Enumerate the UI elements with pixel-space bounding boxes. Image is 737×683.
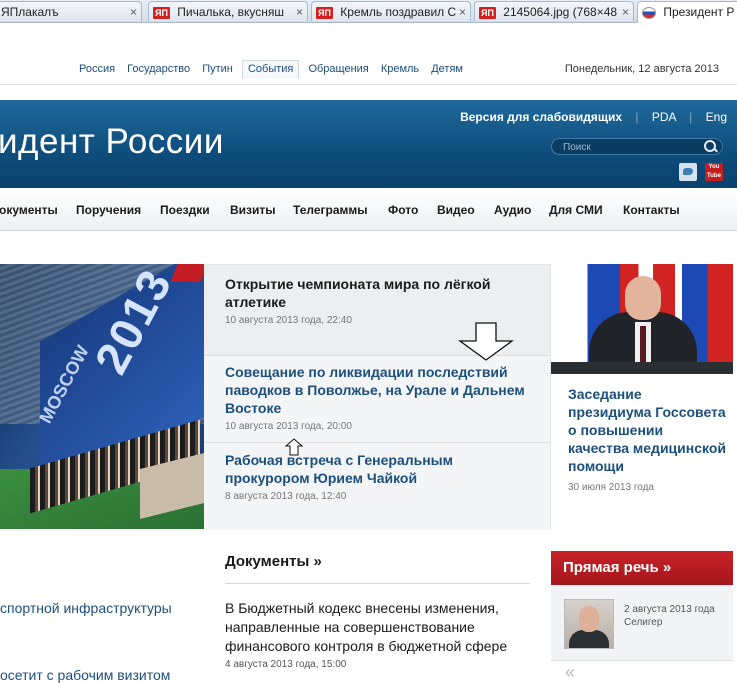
nav-telegrams[interactable]: Телеграммы [293,203,368,217]
news-title[interactable]: Открытие чемпионата мира по лёгкой атлет… [225,275,535,311]
nav-photo[interactable]: Фото [388,203,418,217]
news-title[interactable]: Рабочая встреча с Генеральным прокурором… [225,451,535,487]
side-news-title[interactable]: Заседание президиума Госсовета о повышен… [568,385,728,475]
top-links-strip: Россия Государство Путин События Обращен… [0,60,737,82]
browser-tab-4[interactable]: ЯП 2145064.jpg (768×48 × [474,1,634,21]
top-link-putin[interactable]: Путин [199,63,236,75]
direct-speech-header[interactable]: Прямая речь » [551,551,733,585]
browser-tab-bar: ЯПлакалъ × ЯП Пичалька, вкусняш × ЯП Кре… [0,0,737,23]
close-icon[interactable]: × [622,2,629,21]
direct-speech-place: Селигер [624,617,663,628]
news-item[interactable]: Открытие чемпионата мира по лёгкой атлет… [225,275,535,326]
left-news-link[interactable]: осетит с рабочим визитом [0,667,170,683]
previous-arrow[interactable]: « [565,662,575,683]
speaker-avatar[interactable] [564,599,614,649]
twitter-icon[interactable] [679,163,697,181]
site-header: идент России Версия для слабовидящих | P… [0,100,737,188]
russia-flag-icon [642,6,656,19]
top-link-russia[interactable]: Россия [76,63,118,75]
left-news-link[interactable]: спортной инфраструктуры [0,600,172,616]
nav-trips[interactable]: Поездки [160,203,210,217]
direct-speech-meta: 2 августа 2013 года Селигер [624,603,715,629]
browser-tab-3[interactable]: ЯП Кремль поздравил С × [311,1,471,21]
direct-speech-date: 2 августа 2013 года [624,604,715,615]
top-link-children[interactable]: Детям [428,63,466,75]
news-date: 8 августа 2013 года, 12:40 [225,491,347,502]
browser-tab-2[interactable]: ЯП Пичалька, вкусняш × [148,1,308,21]
browser-tab-1[interactable]: ЯПлакалъ × [0,1,142,21]
close-icon[interactable]: × [459,2,466,21]
separator: | [635,110,639,124]
nav-documents[interactable]: окументы [0,203,58,217]
nav-audio[interactable]: Аудио [494,203,531,217]
news-date: 10 августа 2013 года, 20:00 [225,421,352,432]
yap-icon: ЯП [316,6,333,19]
current-date: Понедельник, 12 августа 2013 [564,63,719,75]
nav-contacts[interactable]: Контакты [623,203,680,217]
top-nav: Россия Государство Путин События Обращен… [76,60,469,79]
pda-link[interactable]: PDA [652,110,676,124]
main-nav: окументы Поручения Поездки Визиты Телегр… [0,190,737,231]
tab-label: Кремль поздравил С [340,5,457,19]
documents-heading[interactable]: Документы » [225,553,322,570]
yap-icon: ЯП [153,6,170,19]
arrow-up-icon [284,438,304,456]
document-text[interactable]: В Бюджетный кодекс внесены изменения, на… [225,599,525,656]
tab-label: Пичалька, вкусняш [177,5,285,19]
yap-icon: ЯП [479,6,496,19]
divider [225,583,530,584]
divider [204,442,550,443]
divider [550,264,551,529]
nav-press[interactable]: Для СМИ [549,203,603,217]
nav-visits[interactable]: Визиты [230,203,276,217]
header-utility-links: Версия для слабовидящих | PDA | Eng [450,110,727,124]
news-item[interactable]: Совещание по ликвидации последствий паво… [225,363,535,432]
side-news-item[interactable]: Заседание президиума Госсовета о повышен… [568,385,728,493]
arrow-down-icon [458,322,514,361]
english-link[interactable]: Eng [706,110,727,124]
featured-photo-stadium[interactable]: 2013 MOSCOW [0,264,204,529]
site-title[interactable]: идент России [0,122,224,162]
top-link-events[interactable]: События [241,60,300,79]
separator: | [689,110,693,124]
photo-head [625,276,661,320]
divider [0,84,737,85]
red-corner-tag [170,264,204,282]
direct-speech-title[interactable]: Прямая речь » [563,559,671,576]
search-input[interactable] [561,140,705,155]
search-icon[interactable] [704,140,716,152]
top-link-state[interactable]: Государство [124,63,193,75]
top-link-kremlin[interactable]: Кремль [378,63,422,75]
avatar-jacket [569,630,609,648]
close-icon[interactable]: × [130,2,137,21]
accessibility-link[interactable]: Версия для слабовидящих [460,110,622,124]
tab-label: ЯПлакалъ [1,5,59,19]
browser-tab-5[interactable]: Президент Р [637,1,737,23]
youtube-icon[interactable]: You Tube [705,163,723,181]
tab-label: Президент Р [663,5,735,19]
top-link-addresses[interactable]: Обращения [305,63,371,75]
tab-label: 2145064.jpg (768×48 [503,5,618,19]
news-item[interactable]: Рабочая встреча с Генеральным прокурором… [225,451,535,502]
search-box [551,138,723,155]
news-title[interactable]: Совещание по ликвидации последствий паво… [225,363,535,417]
avatar-head [579,606,599,632]
nav-video[interactable]: Видео [437,203,475,217]
photo-desk [551,362,733,374]
side-news-date: 30 июля 2013 года [568,482,654,493]
nav-instructions[interactable]: Поручения [76,203,141,217]
featured-news-list: Открытие чемпионата мира по лёгкой атлет… [204,264,550,530]
direct-speech-box: 2 августа 2013 года Селигер [551,585,733,661]
document-item[interactable]: В Бюджетный кодекс внесены изменения, на… [225,599,525,670]
side-news-photo[interactable] [551,264,733,374]
document-date: 4 августа 2013 года, 15:00 [225,659,347,670]
close-icon[interactable]: × [296,2,303,21]
